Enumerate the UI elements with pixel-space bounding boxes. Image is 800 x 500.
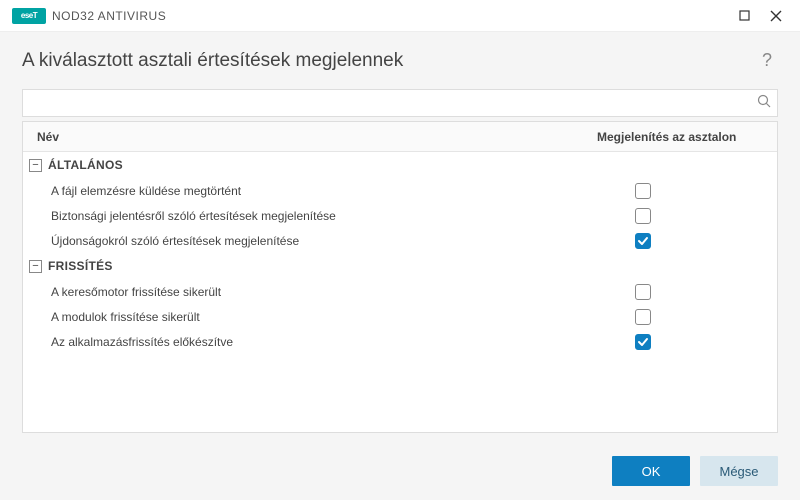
group-row: −FRISSÍTÉS	[23, 253, 777, 279]
column-header-show[interactable]: Megjelenítés az asztalon	[597, 130, 777, 144]
maximize-button[interactable]	[728, 2, 760, 30]
search-bar[interactable]	[22, 89, 778, 117]
footer: OK Mégse	[0, 442, 800, 500]
item-label: Újdonságokról szóló értesítések megjelen…	[23, 234, 597, 248]
show-on-desktop-checkbox[interactable]	[635, 208, 651, 224]
item-row: A modulok frissítése sikerült	[23, 304, 777, 329]
square-icon	[739, 10, 750, 21]
search-input[interactable]	[31, 96, 757, 111]
show-on-desktop-checkbox[interactable]	[635, 284, 651, 300]
brand: eseT NOD32 ANTIVIRUS	[12, 8, 166, 24]
page-title: A kiválasztott asztali értesítések megje…	[22, 50, 756, 72]
show-on-desktop-checkbox[interactable]	[635, 334, 651, 350]
item-label: Biztonsági jelentésről szóló értesítések…	[23, 209, 597, 223]
group-label: ÁLTALÁNOS	[48, 158, 123, 172]
collapse-icon[interactable]: −	[29, 159, 42, 172]
group-row: −ÁLTALÁNOS	[23, 152, 777, 178]
settings-table: Név Megjelenítés az asztalon −ÁLTALÁNOSA…	[22, 121, 778, 433]
item-label: A fájl elemzésre küldése megtörtént	[23, 184, 597, 198]
show-on-desktop-checkbox[interactable]	[635, 233, 651, 249]
group-label: FRISSÍTÉS	[48, 259, 113, 273]
close-button[interactable]	[760, 2, 792, 30]
titlebar: eseT NOD32 ANTIVIRUS	[0, 0, 800, 32]
item-row: A keresőmotor frissítése sikerült	[23, 279, 777, 304]
item-row: Újdonságokról szóló értesítések megjelen…	[23, 228, 777, 253]
show-on-desktop-checkbox[interactable]	[635, 183, 651, 199]
item-label: A keresőmotor frissítése sikerült	[23, 285, 597, 299]
brand-logo: eseT	[12, 8, 46, 24]
show-on-desktop-checkbox[interactable]	[635, 309, 651, 325]
help-button[interactable]: ?	[756, 46, 778, 75]
table-header: Név Megjelenítés az asztalon	[23, 122, 777, 152]
cancel-button[interactable]: Mégse	[700, 456, 778, 486]
table-body: −ÁLTALÁNOSA fájl elemzésre küldése megtö…	[23, 152, 777, 432]
ok-button[interactable]: OK	[612, 456, 690, 486]
collapse-icon[interactable]: −	[29, 260, 42, 273]
close-icon	[770, 10, 782, 22]
item-label: A modulok frissítése sikerült	[23, 310, 597, 324]
item-row: Biztonsági jelentésről szóló értesítések…	[23, 203, 777, 228]
item-row: Az alkalmazásfrissítés előkészítve	[23, 329, 777, 354]
column-header-name[interactable]: Név	[23, 130, 597, 144]
search-icon[interactable]	[757, 94, 771, 113]
brand-product: NOD32 ANTIVIRUS	[52, 9, 166, 23]
item-label: Az alkalmazásfrissítés előkészítve	[23, 335, 597, 349]
content: A kiválasztott asztali értesítések megje…	[0, 32, 800, 442]
item-row: A fájl elemzésre küldése megtörtént	[23, 178, 777, 203]
